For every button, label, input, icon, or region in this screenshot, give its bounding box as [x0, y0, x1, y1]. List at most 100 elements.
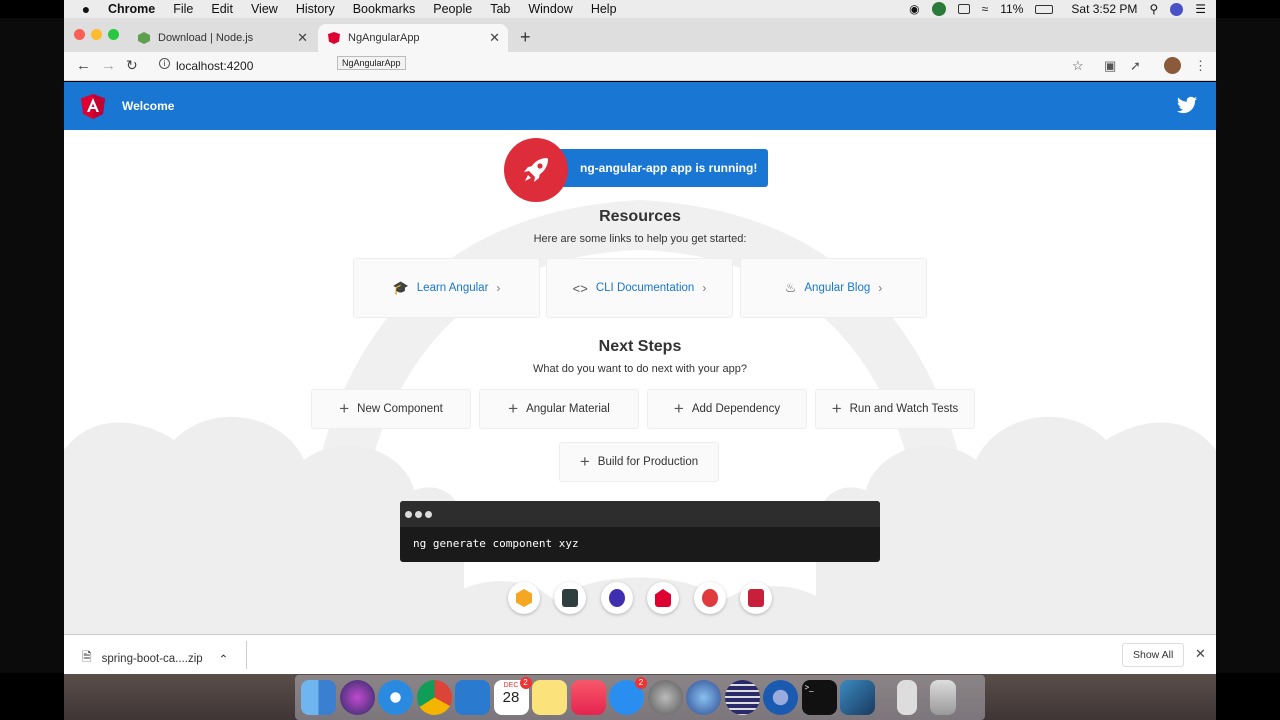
- dock: DEC 28 2 2 >_: [295, 675, 985, 720]
- angular-blog-card[interactable]: ♨ Angular Blog ›: [740, 258, 927, 318]
- angular-console-icon[interactable]: [508, 582, 540, 614]
- display-icon[interactable]: [957, 4, 970, 14]
- step-label: Add Dependency: [691, 403, 781, 415]
- menu-bookmarks[interactable]: Bookmarks: [353, 2, 416, 16]
- twitter-icon[interactable]: [1176, 94, 1198, 116]
- cast-icon[interactable]: ➚: [1130, 58, 1141, 74]
- clock[interactable]: Sat 3:52 PM: [1071, 2, 1137, 16]
- next-steps-heading: Next Steps: [598, 338, 682, 355]
- plus-icon: +: [831, 399, 842, 418]
- tab-nodejs[interactable]: Download | Node.js ✕: [128, 24, 316, 52]
- battery-icon[interactable]: [1035, 4, 1054, 14]
- new-tab-icon[interactable]: +: [520, 27, 531, 48]
- address-bar[interactable]: localhost:4200: [176, 59, 253, 73]
- chevron-right-icon: ›: [702, 281, 707, 295]
- tab-title: NgAngularApp: [348, 32, 420, 44]
- siri-dock-icon[interactable]: [339, 680, 375, 715]
- cli-documentation-card[interactable]: <> CLI Documentation ›: [546, 258, 733, 318]
- menu-people[interactable]: People: [433, 2, 472, 16]
- profile-avatar[interactable]: [1164, 57, 1181, 74]
- calendar-badge: 2: [519, 677, 532, 689]
- site-info-icon[interactable]: i: [159, 58, 170, 69]
- downloads-stack-icon[interactable]: [896, 680, 917, 715]
- window-controls: [74, 29, 119, 40]
- close-window-icon[interactable]: [74, 29, 85, 40]
- download-divider: [246, 641, 247, 669]
- eclipse-icon[interactable]: [724, 680, 760, 715]
- rocket-icon: [504, 138, 568, 202]
- calendar-icon[interactable]: DEC 28 2: [493, 677, 532, 715]
- discord-icon[interactable]: [740, 582, 772, 614]
- left-black-bar: [0, 18, 64, 673]
- menu-window[interactable]: Window: [528, 2, 572, 16]
- bookmark-star-icon[interactable]: ☆: [1072, 58, 1084, 74]
- close-tab-icon[interactable]: ✕: [297, 30, 308, 46]
- terminal-icon[interactable]: >_: [801, 680, 837, 715]
- sourcetree-icon[interactable]: [840, 680, 875, 715]
- status-app-icon[interactable]: [931, 2, 946, 16]
- apple-menu-icon[interactable]: ●: [64, 1, 108, 17]
- reload-icon[interactable]: ↻: [126, 57, 138, 74]
- menu-chrome[interactable]: Chrome: [108, 2, 155, 16]
- system-preferences-icon[interactable]: [647, 680, 683, 715]
- menu-view[interactable]: View: [251, 2, 278, 16]
- minimize-window-icon[interactable]: [91, 29, 102, 40]
- more-menu-icon[interactable]: ⋮: [1194, 58, 1207, 74]
- finder-icon[interactable]: [301, 680, 336, 715]
- step-angular-material[interactable]: + Angular Material: [479, 389, 639, 429]
- close-tab-icon[interactable]: ✕: [489, 30, 500, 46]
- nodejs-favicon-icon: [138, 32, 150, 44]
- menu-file[interactable]: File: [173, 2, 193, 16]
- wifi-icon[interactable]: ≈: [982, 2, 989, 16]
- back-icon[interactable]: ←: [76, 57, 91, 74]
- meetup-icon[interactable]: [694, 582, 726, 614]
- nrwl-icon[interactable]: [601, 582, 633, 614]
- menu-tab[interactable]: Tab: [490, 2, 510, 16]
- chrome-icon[interactable]: [416, 680, 452, 715]
- step-new-component[interactable]: + New Component: [311, 389, 471, 429]
- show-all-button[interactable]: Show All: [1122, 643, 1185, 667]
- next-steps-subtitle: What do you want to do next with your ap…: [532, 363, 748, 375]
- menu-edit[interactable]: Edit: [211, 2, 233, 16]
- running-text: ng-angular-app app is running!: [580, 161, 758, 175]
- plus-icon: +: [673, 399, 684, 418]
- card-label: CLI Documentation: [595, 282, 695, 294]
- card-label: Learn Angular: [416, 282, 489, 294]
- safari-icon[interactable]: [378, 680, 413, 715]
- step-add-dependency[interactable]: + Add Dependency: [647, 389, 807, 429]
- music-icon[interactable]: [570, 680, 606, 715]
- running-message: ng-angular-app app is running!: [548, 149, 768, 187]
- siri-icon[interactable]: [1170, 2, 1184, 16]
- angular-icon[interactable]: [647, 582, 679, 614]
- browser-toolbar: ← → ↻ i localhost:4200 NgAngularApp ☆ ▣ …: [64, 52, 1216, 81]
- flame-icon: ♨: [784, 280, 797, 295]
- step-run-and-watch-tests[interactable]: + Run and Watch Tests: [815, 389, 975, 429]
- step-label: Build for Production: [597, 456, 699, 468]
- trash-icon[interactable]: [930, 680, 956, 715]
- maximize-window-icon[interactable]: [108, 29, 119, 40]
- quicktime-icon[interactable]: [763, 680, 798, 715]
- vscode-icon[interactable]: [455, 680, 490, 715]
- menu-history[interactable]: History: [296, 2, 335, 16]
- download-item[interactable]: 🗎 spring-boot-ca....zip ⌃: [82, 648, 228, 669]
- tab-title: Download | Node.js: [158, 32, 254, 44]
- notification-center-icon[interactable]: ☰: [1195, 2, 1206, 16]
- augury-icon[interactable]: [554, 582, 586, 614]
- forward-icon[interactable]: →: [101, 57, 116, 74]
- spotlight-icon[interactable]: ⚲: [1149, 2, 1158, 16]
- camera-icon[interactable]: ▣: [1104, 58, 1116, 74]
- right-black-bar: [1216, 18, 1280, 673]
- app-store-icon[interactable]: 2: [609, 677, 647, 715]
- page-viewport: Welcome ng-angular-app app is running! R…: [64, 82, 1216, 634]
- chevron-up-icon[interactable]: ⌃: [219, 652, 229, 666]
- record-icon[interactable]: ◉: [909, 2, 919, 16]
- app-header: Welcome: [64, 82, 1216, 130]
- notes-icon[interactable]: [532, 680, 567, 715]
- step-build-for-production[interactable]: + Build for Production: [559, 442, 719, 482]
- close-download-bar-icon[interactable]: ✕: [1195, 646, 1206, 662]
- learn-angular-card[interactable]: 🎓 Learn Angular ›: [353, 258, 540, 318]
- network-utility-icon[interactable]: [686, 680, 721, 715]
- tab-ngangularapp[interactable]: NgAngularApp ✕: [318, 24, 508, 52]
- plus-icon: +: [339, 399, 350, 418]
- menu-help[interactable]: Help: [591, 2, 617, 16]
